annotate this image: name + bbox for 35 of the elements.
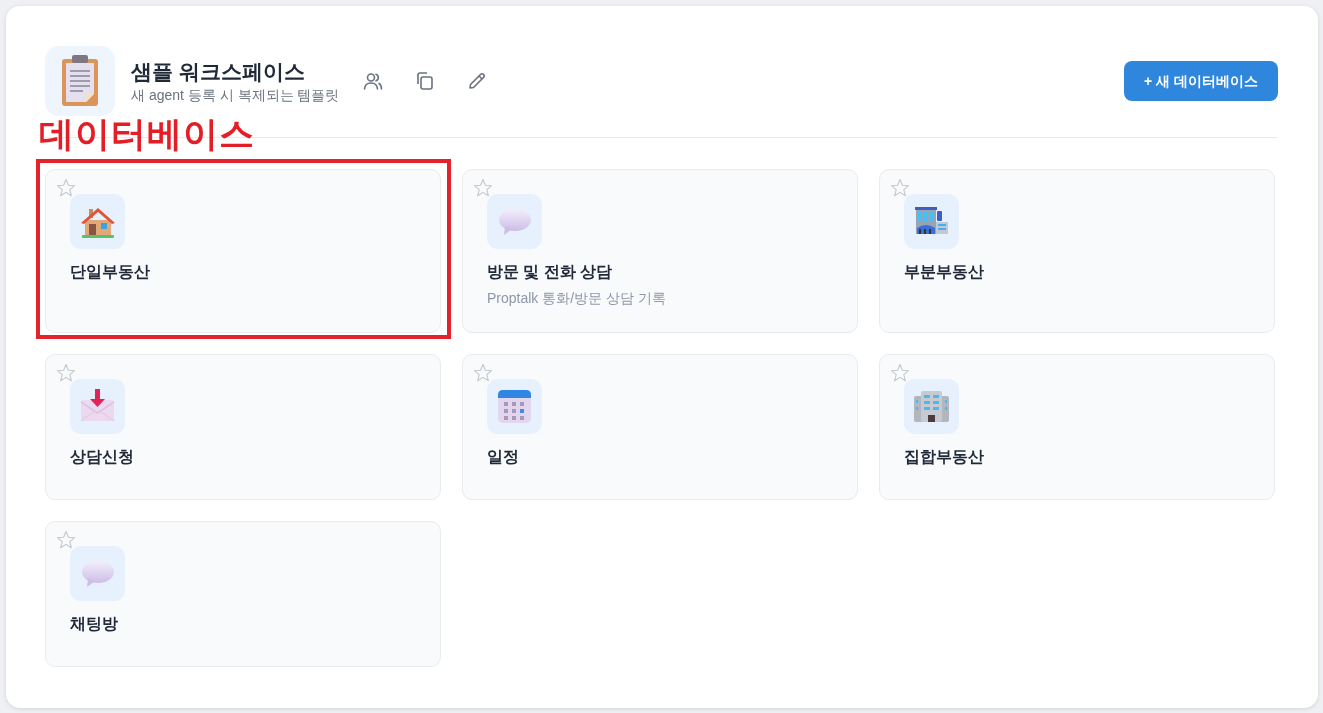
database-title: 부분부동산: [904, 262, 984, 282]
database-card[interactable]: 일정: [462, 354, 858, 500]
star-icon[interactable]: [56, 530, 76, 550]
database-card[interactable]: 방문 및 전화 상담 Proptalk 통화/방문 상담 기록: [462, 169, 858, 333]
database-title: 방문 및 전화 상담: [487, 262, 613, 282]
database-card[interactable]: 채팅방: [45, 521, 441, 667]
building-icon: [904, 379, 959, 434]
database-title: 단일부동산: [70, 262, 150, 282]
edit-icon[interactable]: [467, 71, 488, 91]
star-icon[interactable]: [56, 178, 76, 198]
house-icon: [70, 194, 125, 249]
database-title: 상담신청: [70, 447, 134, 467]
database-title: 집합부동산: [904, 447, 984, 467]
database-card[interactable]: 집합부동산: [879, 354, 1275, 500]
database-title: 일정: [487, 447, 519, 467]
star-icon[interactable]: [473, 363, 493, 383]
calendar-icon: [487, 379, 542, 434]
database-title: 채팅방: [70, 614, 118, 634]
star-icon[interactable]: [890, 363, 910, 383]
workspace-title: 샘플 워크스페이스: [131, 58, 305, 85]
annotation-label: 데이터베이스: [39, 114, 255, 154]
speech-bubble-icon: [70, 546, 125, 601]
star-icon[interactable]: [473, 178, 493, 198]
database-card[interactable]: 상담신청: [45, 354, 441, 500]
workspace-subtitle: 새 agent 등록 시 복제되는 템플릿: [131, 85, 340, 105]
members-icon[interactable]: [363, 71, 384, 91]
copy-icon[interactable]: [415, 71, 436, 91]
speech-bubble-icon: [487, 194, 542, 249]
star-icon[interactable]: [56, 363, 76, 383]
clipboard-icon: [45, 46, 115, 116]
new-database-button[interactable]: + 새 데이터베이스: [1124, 61, 1278, 101]
database-description: Proptalk 통화/방문 상담 기록: [487, 289, 666, 308]
star-icon[interactable]: [890, 178, 910, 198]
office-building-icon: [904, 194, 959, 249]
database-card[interactable]: 부분부동산: [879, 169, 1275, 333]
